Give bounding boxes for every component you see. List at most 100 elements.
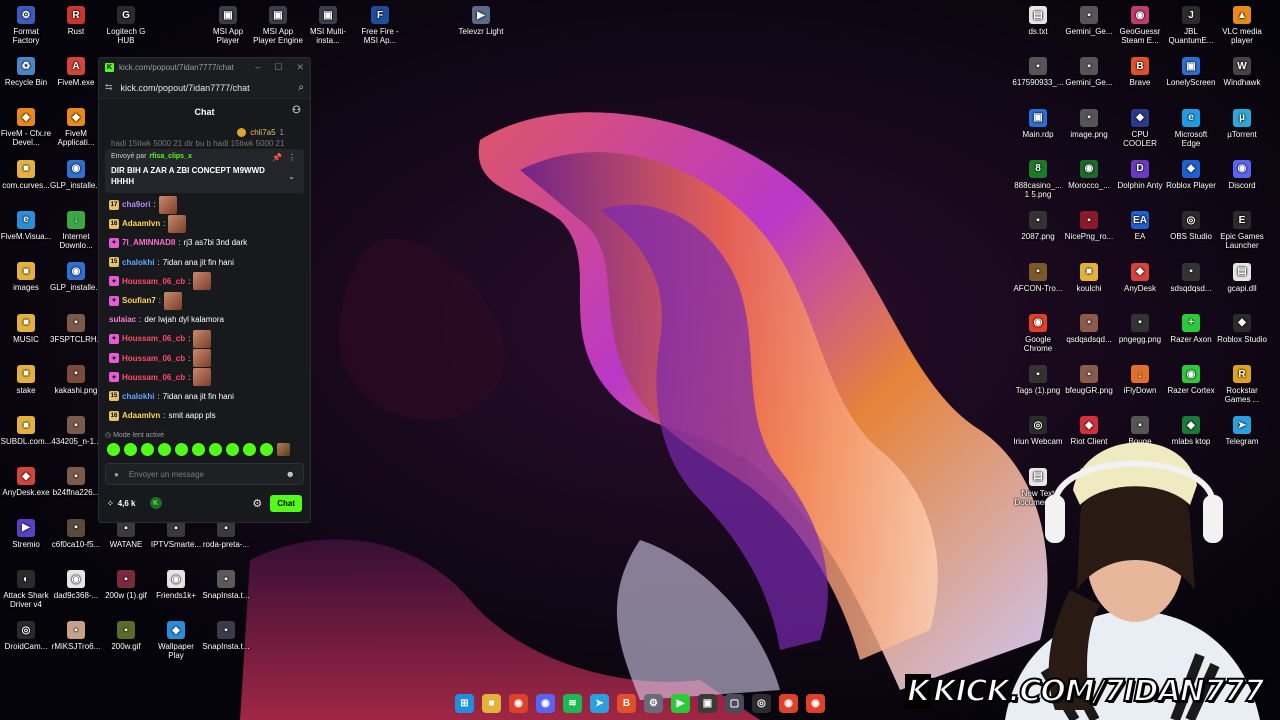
window-icon[interactable]: ▢ xyxy=(725,693,744,713)
desktop-icon[interactable]: ▪ SnapInsta.t... xyxy=(200,570,252,600)
chat-username[interactable]: sulaiac xyxy=(109,315,136,324)
chat-username[interactable]: Houssam_06_cb xyxy=(122,334,185,343)
desktop-icon[interactable]: ▪ Tags (1).png xyxy=(1012,365,1064,395)
emote-button[interactable] xyxy=(209,442,222,456)
telegram-icon[interactable]: ➤ xyxy=(590,693,609,713)
chat-username[interactable]: cha9ori xyxy=(122,200,150,209)
chrome-alt-icon[interactable]: ◉ xyxy=(779,693,798,713)
desktop-icon[interactable]: ◉ Discord xyxy=(1216,159,1268,190)
desktop-icon[interactable]: ▪ pngegg.png xyxy=(1114,313,1166,344)
chat-username[interactable]: chalokhi xyxy=(122,258,154,267)
chat-username[interactable]: Houssam_06_cb xyxy=(122,354,185,363)
desktop-icon[interactable]: ▪ bfeugGR.png xyxy=(1063,365,1115,395)
emote-button[interactable] xyxy=(260,442,273,456)
settings-icon[interactable]: ⚙ xyxy=(644,693,663,713)
desktop-icon[interactable]: ◆ FiveM - Cfx.re Devel... xyxy=(0,108,52,147)
terminal-icon[interactable]: ▣ xyxy=(698,693,717,713)
maximize-icon[interactable]: ☐ xyxy=(274,62,282,73)
desktop-icon[interactable]: ◉ GeoGuessr Steam E... xyxy=(1114,6,1166,45)
chat-mode-icon[interactable]: ● xyxy=(114,470,119,479)
desktop-icon[interactable]: ♻ Recycle Bin xyxy=(0,57,52,87)
desktop-icon[interactable]: ■ SUBDL.com... xyxy=(0,416,52,446)
desktop-icon[interactable]: ↓ iFlyDown xyxy=(1114,365,1166,395)
desktop-icon[interactable]: ▪ roda-preta-... xyxy=(200,519,252,549)
file-explorer-icon[interactable]: ■ xyxy=(482,693,501,713)
desktop-icon[interactable]: ▣ MSI Multi-insta... xyxy=(302,6,354,45)
desktop-icon[interactable]: ◉ GLP_installe... xyxy=(50,262,102,292)
desktop-icon[interactable]: F Free Fire - MSI Ap... xyxy=(354,6,406,45)
desktop-icon[interactable]: ▪ 200w.gif xyxy=(100,621,152,651)
desktop-icon[interactable]: ▣ Main.rdp xyxy=(1012,108,1064,139)
desktop-icon[interactable]: ◆ Roblox Studio xyxy=(1216,313,1268,344)
desktop-icon[interactable]: µ µTorrent xyxy=(1216,108,1268,139)
chrome-2-icon[interactable]: ◉ xyxy=(806,693,825,713)
address-bar[interactable]: ⇆ kick.com/popout/7idan7777/chat ⌕ xyxy=(99,77,310,99)
chat-message[interactable]: ✦ Soufian7: xyxy=(109,291,300,310)
desktop-icon[interactable]: ◉ dad9c368-... xyxy=(50,570,102,600)
desktop-icon[interactable]: ▶ Stremio xyxy=(0,518,52,549)
media-player-icon[interactable]: ▶ xyxy=(671,693,690,713)
chat-message[interactable]: 15 chalokhi:7idan ana jit fin hani xyxy=(109,387,300,406)
desktop-icon[interactable]: ▪ Gemini_Ge... xyxy=(1063,6,1115,36)
search-icon[interactable]: ⌕ xyxy=(298,82,304,93)
desktop-icon[interactable]: + Razer Axon xyxy=(1165,313,1217,344)
quick-emotes[interactable] xyxy=(99,441,310,457)
desktop-icon[interactable]: ◆ Roblox Player xyxy=(1165,159,1217,190)
emote-button[interactable] xyxy=(226,442,239,456)
desktop-icon[interactable]: G Logitech G HUB xyxy=(100,6,152,45)
desktop-icon[interactable]: ▪ IPTVSmarte... xyxy=(150,519,202,549)
desktop-icon[interactable]: ▪ b24ffna226... xyxy=(50,467,102,497)
emote-button[interactable] xyxy=(124,442,137,456)
chat-username[interactable]: Adaamlvn xyxy=(122,219,160,228)
desktop-icon[interactable]: ◆ AnyDesk xyxy=(1114,262,1166,293)
emote-button[interactable] xyxy=(243,442,256,456)
chat-username[interactable]: Adaamlvn xyxy=(122,411,160,420)
desktop-icon[interactable]: ▪ 617590933_... xyxy=(1012,57,1064,87)
desktop-icon[interactable]: D Dolphin Anty xyxy=(1114,159,1166,190)
desktop-icon[interactable]: ▪ 3FSPTCLRH... xyxy=(50,313,102,344)
desktop-icon[interactable]: ▪ image.png xyxy=(1063,108,1115,139)
more-options-icon[interactable]: ⋮ xyxy=(288,153,296,162)
chat-message[interactable]: 16 Adaamlvn: xyxy=(109,214,300,233)
emote-button[interactable] xyxy=(192,442,205,456)
desktop-icon[interactable]: ■ MUSIC xyxy=(0,313,52,344)
chrome-icon[interactable]: ◉ xyxy=(509,693,528,713)
desktop-icon[interactable]: ◆ Wallpaper Play xyxy=(150,621,202,660)
emote-button[interactable] xyxy=(175,442,188,456)
chat-message[interactable]: ✦ Houssam_06_cb: xyxy=(109,349,300,368)
desktop-icon[interactable]: ▪ WATANE xyxy=(100,519,152,549)
chat-message[interactable]: ✦ 7l_AMINNADII: rj3 as7bi 3nd dark xyxy=(109,233,300,252)
desktop-icon[interactable]: ◆ AnyDesk.exe xyxy=(0,467,52,497)
desktop-icon[interactable]: A FiveM.exe xyxy=(50,57,102,87)
desktop-icon[interactable]: ▪ sdsqdqsd... xyxy=(1165,262,1217,293)
user-settings-icon[interactable]: ⚇ xyxy=(292,105,301,116)
desktop-icon[interactable]: ▲ VLC media player xyxy=(1216,6,1268,45)
desktop-icon[interactable]: ▪ 2087.png xyxy=(1012,211,1064,241)
desktop-icon[interactable]: ▪ c6f0ca10-f5... xyxy=(50,518,102,549)
chat-popout-window[interactable]: K kick.com/popout/7idan7777/chat – ☐ ✕ ⇆… xyxy=(98,57,311,523)
desktop-icon[interactable]: EA EA xyxy=(1114,211,1166,241)
desktop-icon[interactable]: B Brave xyxy=(1114,57,1166,87)
site-info-icon[interactable]: ⇆ xyxy=(105,82,113,93)
desktop-icon[interactable]: ▶ Televzr Light xyxy=(455,6,507,36)
desktop-icon[interactable]: ▣ MSI App Player xyxy=(202,6,254,45)
desktop-icon[interactable]: ◉ Razer Cortex xyxy=(1165,365,1217,395)
spotify-icon[interactable]: ≋ xyxy=(563,693,582,713)
emote-button[interactable] xyxy=(277,442,290,456)
desktop-icon[interactable]: ↓ Internet Downlo... xyxy=(50,210,102,250)
desktop-icon[interactable]: ■ com.curves... xyxy=(0,159,52,190)
desktop-icon[interactable]: ▪ AFCON-Tro... xyxy=(1012,262,1064,293)
desktop-icon[interactable]: ▪ NicePng_ro... xyxy=(1063,211,1115,241)
desktop-icon[interactable]: J JBL QuantumE... xyxy=(1165,6,1217,45)
chevron-down-icon[interactable]: ⌄ xyxy=(288,172,295,181)
chat-message[interactable]: ✦ Houssam_06_cb: xyxy=(109,329,300,348)
desktop-icon[interactable]: ◐ Attack Shark Driver v4 xyxy=(0,570,52,609)
pin-icon[interactable]: 📌 xyxy=(272,153,282,162)
chat-message[interactable]: 17 cha9ori: xyxy=(109,195,300,214)
chat-message[interactable]: ✦ Houssam_06_cb: xyxy=(109,368,300,387)
desktop-icon[interactable]: W Windhawk xyxy=(1216,57,1268,87)
send-chat-button[interactable]: Chat xyxy=(270,494,302,512)
chat-username[interactable]: chalokhi xyxy=(122,392,154,401)
desktop-icon[interactable]: ▪ Gemini_Ge... xyxy=(1063,57,1115,87)
desktop-icon[interactable]: 8 888casino_... 1 5.png xyxy=(1012,159,1064,199)
